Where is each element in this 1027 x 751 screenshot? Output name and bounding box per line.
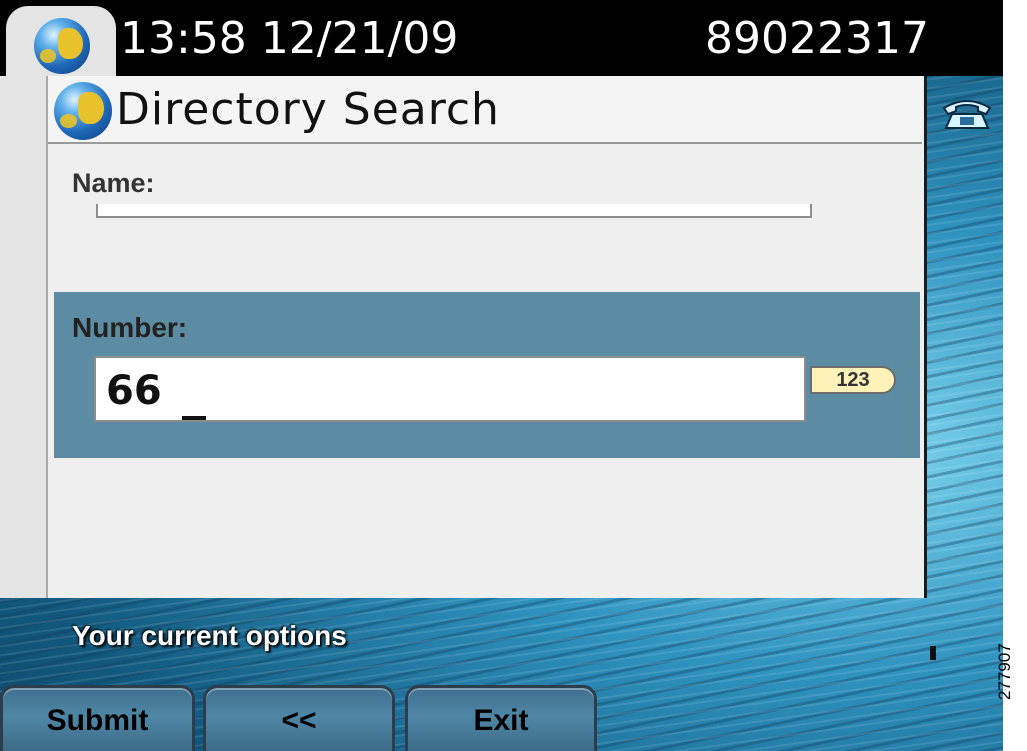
globe-icon (54, 82, 112, 140)
figure-id: 277907 (995, 643, 1014, 700)
phone-icon (942, 100, 992, 129)
text-cursor (182, 416, 206, 420)
number-row-selected[interactable]: Number: 66 123 (54, 292, 920, 458)
globe-icon (34, 18, 90, 74)
softkey-heading: Your current options (72, 620, 347, 651)
number-field[interactable]: 66 (94, 356, 806, 422)
app-tab[interactable] (6, 6, 116, 86)
number-value: 66 (106, 368, 162, 414)
extension-number: 89022317 (705, 13, 929, 64)
status-bar: 13:58 12/21/09 89022317 (0, 0, 1003, 86)
name-field[interactable] (96, 204, 812, 218)
submit-button[interactable]: Submit (0, 685, 195, 751)
input-mode-badge: 123 (810, 366, 896, 394)
exit-button[interactable]: Exit (405, 685, 597, 751)
title-bar: Directory Search (48, 76, 922, 144)
number-label: Number: (72, 312, 188, 343)
clock: 13:58 12/21/09 (120, 13, 459, 64)
directory-search-window: Directory Search Name: Number: 66 123 (46, 76, 927, 598)
scroll-indicator (930, 646, 936, 660)
name-label: Name: (72, 168, 155, 198)
phone-screen: 13:58 12/21/09 89022317 Directory Search… (0, 0, 1003, 751)
back-button[interactable]: << (203, 685, 395, 751)
page-title: Directory Search (116, 84, 500, 135)
tab-rail (0, 76, 46, 598)
